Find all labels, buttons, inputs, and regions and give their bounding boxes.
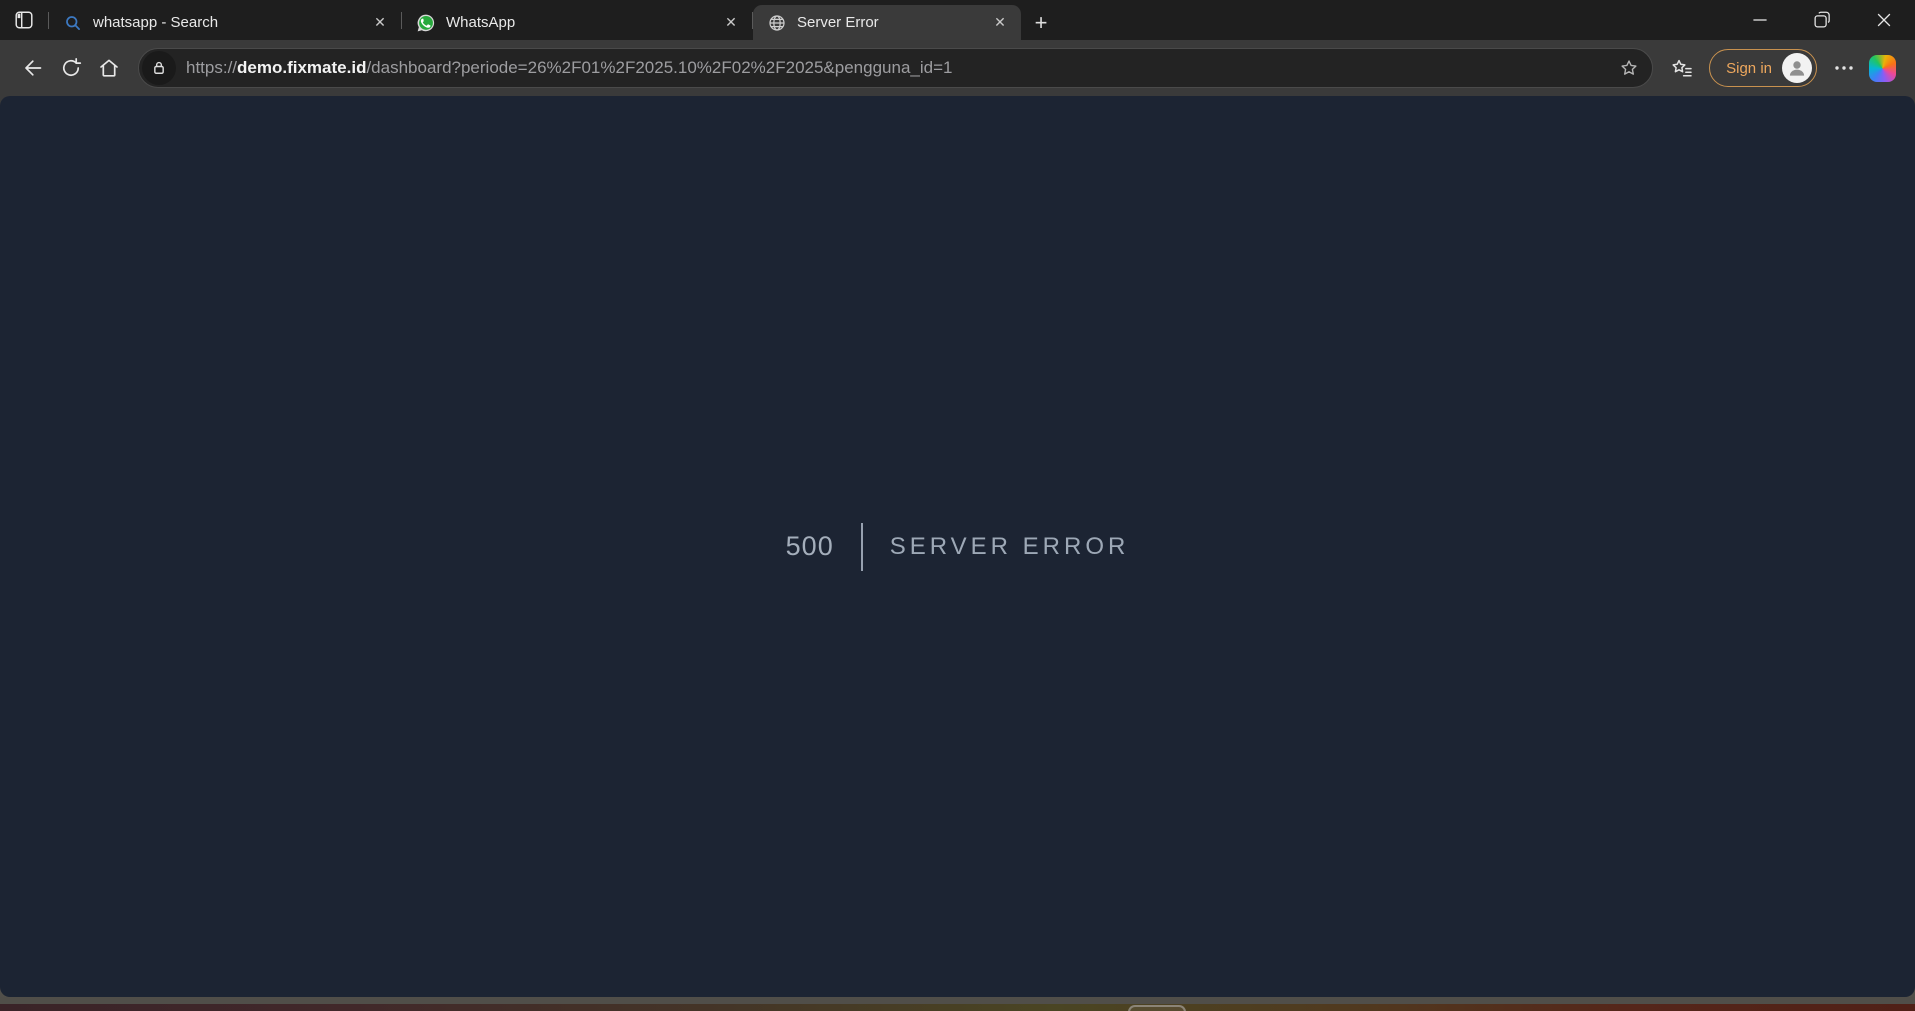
tab-title: whatsapp - Search [93,14,357,31]
error-code: 500 [786,531,834,562]
close-tab-icon[interactable]: ✕ [367,10,393,36]
url-path: /dashboard?periode=26%2F01%2F2025.10%2F0… [366,58,952,77]
tab-whatsapp-search[interactable]: whatsapp - Search ✕ [49,5,401,40]
ellipsis-icon [1832,56,1856,80]
url-text: https://demo.fixmate.id/dashboard?period… [186,58,1602,78]
minimize-icon [1749,9,1771,31]
restore-button[interactable] [1791,0,1853,40]
tab-title: WhatsApp [446,14,708,31]
tab-bar: whatsapp - Search ✕ WhatsApp ✕ [0,0,1915,40]
profile-avatar-icon [1782,53,1812,83]
refresh-icon [59,56,83,80]
url-scheme: https:// [186,58,237,77]
taskbar-edge [0,997,1915,1004]
error-message: SERVER ERROR [890,533,1130,561]
site-security-button[interactable] [142,51,176,85]
title-bar-drag-area [1061,0,1729,40]
home-icon [97,56,121,80]
web-content-frame: 500 SERVER ERROR [0,96,1915,997]
favorites-star-list-icon [1670,56,1694,80]
error-message-block: 500 SERVER ERROR [786,523,1130,571]
back-button[interactable] [14,49,52,87]
restore-icon [1811,9,1833,31]
desktop-wallpaper-sliver [0,1004,1915,1011]
sign-in-label: Sign in [1726,60,1772,77]
minimize-button[interactable] [1729,0,1791,40]
tab-server-error-active[interactable]: Server Error ✕ [753,5,1021,40]
error-page: 500 SERVER ERROR [0,96,1915,997]
search-icon [63,13,83,33]
globe-icon [767,13,787,33]
address-bar[interactable]: https://demo.fixmate.id/dashboard?period… [138,48,1653,88]
close-window-button[interactable] [1853,0,1915,40]
favorites-button[interactable] [1663,49,1701,87]
new-tab-button[interactable]: + [1021,5,1061,40]
close-tab-icon[interactable]: ✕ [718,10,744,36]
window-controls [1729,0,1915,40]
url-domain: demo.fixmate.id [237,58,366,77]
close-tab-icon[interactable]: ✕ [987,10,1013,36]
error-divider [861,523,863,571]
tab-actions-icon [13,9,35,31]
copilot-icon [1869,55,1896,82]
whatsapp-icon [416,13,436,33]
refresh-button[interactable] [52,49,90,87]
taskbar-pill[interactable] [1128,1005,1186,1011]
star-icon [1618,57,1640,79]
add-favorite-button[interactable] [1612,51,1646,85]
tab-title: Server Error [797,14,977,31]
navigation-toolbar: https://demo.fixmate.id/dashboard?period… [0,40,1915,96]
settings-more-button[interactable] [1825,49,1863,87]
copilot-button[interactable] [1863,49,1901,87]
tab-whatsapp[interactable]: WhatsApp ✕ [402,5,752,40]
lock-icon [149,58,169,78]
back-arrow-icon [21,56,45,80]
home-button[interactable] [90,49,128,87]
tab-actions-menu-button[interactable] [0,0,48,40]
close-icon [1873,9,1895,31]
sign-in-button[interactable]: Sign in [1709,49,1817,87]
browser-window: whatsapp - Search ✕ WhatsApp ✕ [0,0,1915,1011]
